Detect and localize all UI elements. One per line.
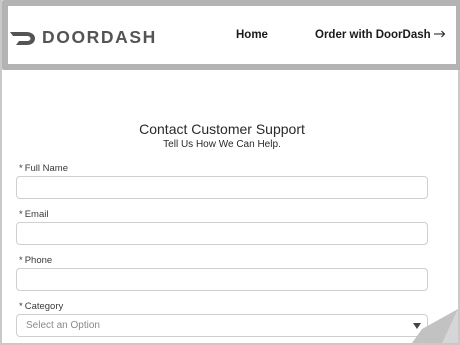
nav-order-link[interactable]: Order with DoorDash — [315, 29, 446, 41]
email-label: * Email — [19, 209, 48, 220]
page-frame: DOORDASH Home Order with DoorDash Contac… — [0, 0, 460, 345]
email-input[interactable] — [16, 222, 428, 245]
form-subtitle: Tell Us How We Can Help. — [163, 139, 281, 150]
full-name-input[interactable] — [16, 176, 428, 199]
category-selected-value: Select an Option — [26, 320, 100, 331]
doordash-logo[interactable]: DOORDASH — [10, 27, 157, 48]
page-curl-decoration — [412, 309, 458, 343]
full-name-label-text: Full Name — [24, 163, 68, 174]
category-label: * Category — [19, 301, 63, 312]
phone-label-text: Phone — [24, 255, 53, 266]
arrow-right-icon — [433, 29, 446, 41]
logo-wordmark: DOORDASH — [42, 27, 157, 47]
nav-order-label: Order with DoorDash — [315, 29, 431, 41]
full-name-label: * Full Name — [19, 163, 68, 174]
doordash-chevron-icon — [10, 31, 35, 45]
site-header: DOORDASH Home Order with DoorDash — [2, 0, 460, 70]
phone-input[interactable] — [16, 268, 428, 291]
form-title: Contact Customer Support — [139, 121, 305, 137]
category-label-text: Category — [24, 301, 64, 312]
required-mark: * — [19, 301, 23, 312]
required-mark: * — [19, 163, 23, 174]
form-header: Contact Customer Support Tell Us How We … — [2, 120, 442, 151]
nav-home-link[interactable]: Home — [236, 29, 268, 41]
phone-label: * Phone — [19, 255, 52, 266]
required-mark: * — [19, 209, 23, 220]
required-mark: * — [19, 255, 23, 266]
email-label-text: Email — [24, 209, 49, 220]
category-select[interactable]: Select an Option — [16, 314, 428, 337]
